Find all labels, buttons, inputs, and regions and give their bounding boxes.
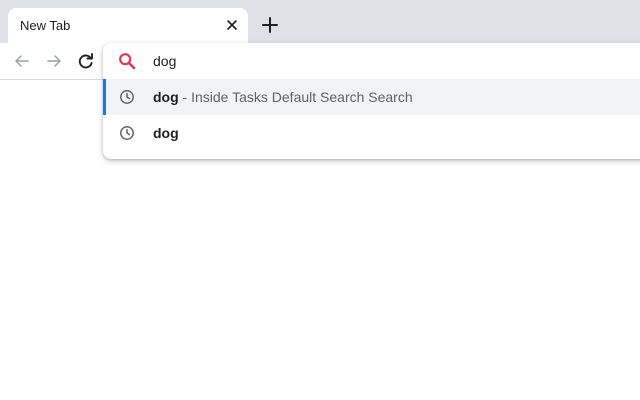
search-icon: [118, 52, 136, 70]
suggestion-separator: -: [178, 89, 192, 105]
close-icon[interactable]: [224, 17, 240, 33]
arrow-left-icon[interactable]: [13, 52, 31, 70]
tab-strip: New Tab: [0, 0, 640, 43]
omnibox-dropdown: dog - Inside Tasks Default Search Search…: [103, 43, 640, 159]
tab-title: New Tab: [20, 18, 71, 33]
plus-icon[interactable]: [260, 15, 280, 35]
suggestion-item[interactable]: dog: [103, 115, 640, 151]
suggestion-item[interactable]: dog - Inside Tasks Default Search Search: [103, 79, 640, 115]
reload-icon[interactable]: [77, 52, 95, 70]
tab-new-tab[interactable]: New Tab: [8, 8, 248, 43]
suggestion-match: dog: [153, 89, 179, 105]
clock-icon: [119, 125, 135, 141]
omnibox-input[interactable]: [153, 52, 613, 70]
suggestion-description: Inside Tasks Default Search Search: [191, 89, 413, 105]
clock-icon: [119, 89, 135, 105]
suggestion-text: dog - Inside Tasks Default Search Search: [153, 89, 413, 105]
suggestion-match: dog: [153, 125, 179, 141]
arrow-right-icon[interactable]: [45, 52, 63, 70]
omnibox: [103, 43, 640, 79]
suggestion-text: dog: [153, 125, 179, 141]
